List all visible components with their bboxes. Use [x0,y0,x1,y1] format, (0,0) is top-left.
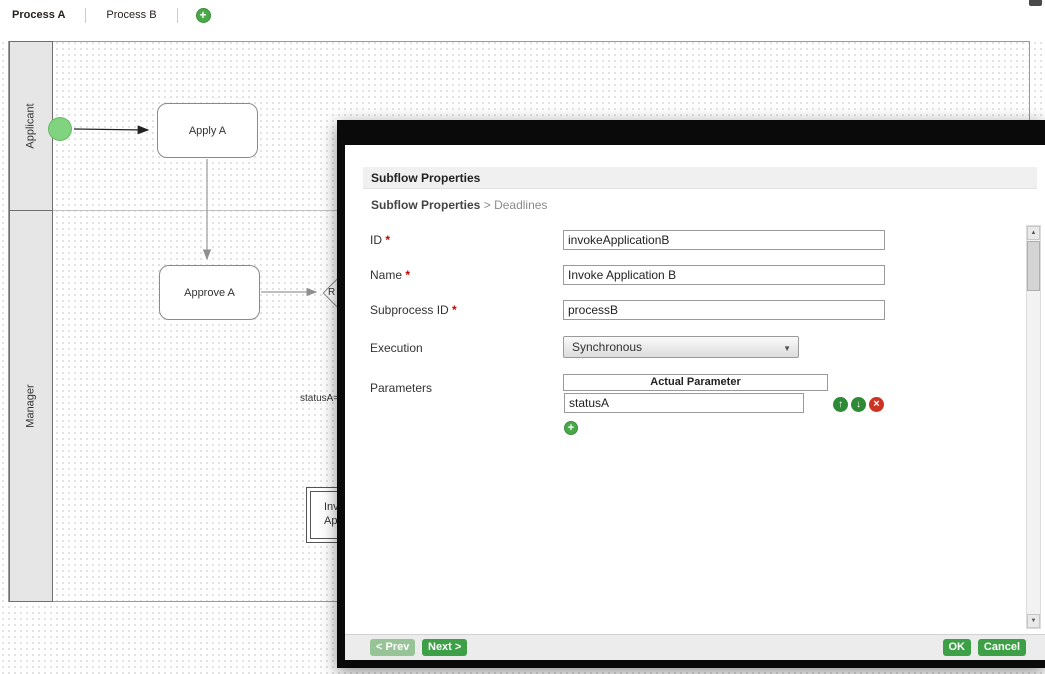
name-label: Name * [370,268,410,282]
dialog-title: Subflow Properties [363,167,1037,189]
execution-select[interactable]: Synchronous ▼ [563,336,799,358]
scroll-up-icon[interactable]: ▲ [1027,226,1040,240]
partial-corner-icon [1029,0,1042,6]
add-parameter-icon[interactable]: + [564,421,578,435]
execution-selected-value: Synchronous [564,337,798,357]
dialog-body: Subflow Properties Subflow Properties > … [345,145,1045,660]
id-label: ID * [370,233,390,247]
prev-button[interactable]: < Prev [370,639,415,656]
breadcrumb: Subflow Properties > Deadlines [371,198,547,212]
app-root: Process A Process B + Applicant Manager [0,0,1045,674]
id-field[interactable] [563,230,885,250]
required-mark: * [405,268,410,282]
move-down-icon[interactable]: ↓ [851,397,866,412]
task-approve-a[interactable]: Approve A [159,265,260,320]
parameters-column-header: Actual Parameter [563,374,828,391]
name-field[interactable] [563,265,885,285]
parameter-value-field[interactable] [564,393,804,413]
next-button[interactable]: Next > [422,639,467,656]
delete-parameter-icon[interactable]: × [869,397,884,412]
subflow-properties-dialog: Subflow Properties Subflow Properties > … [337,120,1045,668]
scroll-down-icon[interactable]: ▼ [1027,614,1040,628]
dialog-scrollbar[interactable]: ▲ ▼ [1026,225,1041,629]
required-mark: * [452,303,457,317]
lane-applicant-label: Applicant [25,103,37,148]
subprocess-id-field[interactable] [563,300,885,320]
move-up-icon[interactable]: ↑ [833,397,848,412]
task-apply-a[interactable]: Apply A [157,103,258,158]
chevron-down-icon: ▼ [783,344,791,353]
lane-manager-label: Manager [25,384,37,427]
dialog-footer: < Prev Next > OK Cancel [345,634,1045,660]
parameters-label: Parameters [370,381,432,395]
tab-process-a[interactable]: Process A [10,8,86,23]
required-mark: * [385,233,390,247]
breadcrumb-current: Subflow Properties [371,198,480,212]
breadcrumb-separator: > [484,198,491,212]
subprocess-id-label: Subprocess ID * [370,303,457,317]
add-process-icon[interactable]: + [196,8,211,23]
lane-manager[interactable]: Manager [9,210,53,602]
breadcrumb-next: Deadlines [494,198,547,212]
gateway-label: R [328,287,335,298]
process-tab-bar: Process A Process B + [0,0,1045,30]
edge-condition-label: statusA= [300,393,339,404]
execution-label: Execution [370,341,423,355]
ok-button[interactable]: OK [943,639,972,656]
tab-process-b[interactable]: Process B [104,8,177,23]
start-event-node[interactable] [48,117,72,141]
cancel-button[interactable]: Cancel [978,639,1026,656]
scrollbar-thumb[interactable] [1027,241,1040,291]
lane-applicant[interactable]: Applicant [9,41,53,211]
